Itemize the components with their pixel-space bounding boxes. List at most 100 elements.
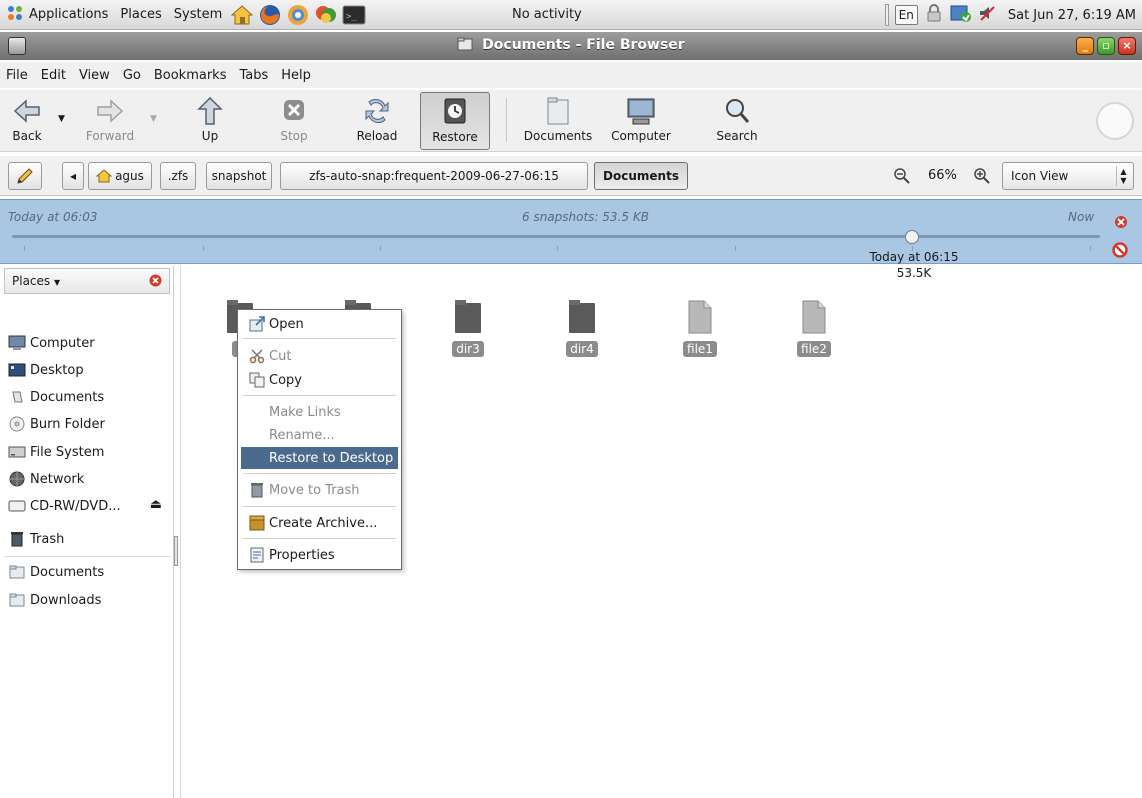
firefox-launcher-icon[interactable]	[257, 3, 283, 27]
sidebar-bookmark-downloads[interactable]: Downloads	[8, 589, 101, 611]
search-button[interactable]: Search	[712, 92, 762, 150]
computer-button[interactable]: Computer	[606, 92, 676, 150]
terminal-launcher-icon[interactable]: >_	[341, 3, 367, 27]
menu-item-rename[interactable]: Rename...	[241, 424, 398, 446]
back-button[interactable]: Back	[6, 92, 48, 150]
menu-help[interactable]: Help	[281, 68, 311, 83]
applications-icon[interactable]	[6, 4, 24, 26]
sidebar-item-burn-folder[interactable]: Burn Folder	[8, 413, 105, 435]
slider-tick	[1090, 246, 1091, 251]
copy-icon	[249, 372, 265, 388]
slider-tick	[380, 246, 381, 251]
up-button[interactable]: Up	[190, 92, 230, 150]
view-mode-select[interactable]: Icon View ▲ ▼	[1002, 162, 1134, 190]
update-notifier-icon[interactable]	[950, 3, 972, 27]
top-panel: Applications Places System >_ No activit…	[0, 0, 1142, 30]
forward-dropdown-icon[interactable]: ▼	[150, 114, 157, 124]
folder-icon	[9, 565, 25, 579]
lock-icon[interactable]	[924, 3, 944, 27]
path-segment-home[interactable]: agus	[88, 162, 152, 190]
slider-tick	[24, 246, 25, 251]
mail-launcher-icon[interactable]	[285, 3, 311, 27]
sidebar-header[interactable]: Places ▼	[4, 268, 170, 294]
file-item-dir3[interactable]: dir3	[438, 300, 498, 357]
sidebar-item-cd-drive[interactable]: CD-RW/DVD... ⏏	[8, 495, 168, 517]
menu-item-properties[interactable]: Properties	[241, 544, 398, 566]
menu-tabs[interactable]: Tabs	[239, 68, 268, 83]
time-slider-track[interactable]	[12, 235, 1100, 238]
disc-icon	[9, 416, 25, 432]
activity-throbber	[1096, 102, 1134, 140]
context-menu: Open Cut Copy Make Links Rename... Resto…	[237, 309, 402, 570]
archive-icon	[249, 515, 265, 531]
sidebar-item-computer[interactable]: Computer	[8, 332, 95, 354]
delete-snapshot-icon[interactable]	[1112, 242, 1128, 258]
menu-item-copy[interactable]: Copy	[241, 369, 398, 391]
restore-button[interactable]: Restore	[420, 92, 490, 150]
forward-button[interactable]: Forward	[78, 92, 142, 150]
sidebar-item-documents[interactable]: Documents	[8, 386, 104, 408]
maximize-button[interactable]: ▫	[1097, 37, 1115, 55]
document-icon	[688, 300, 712, 334]
window-titlebar[interactable]: Documents - File Browser _ ▫ ×	[0, 32, 1142, 60]
reload-button[interactable]: Reload	[352, 92, 402, 150]
eject-icon[interactable]: ⏏	[150, 497, 162, 512]
zoom-in-icon[interactable]	[974, 168, 990, 188]
sidebar-item-desktop[interactable]: Desktop	[8, 359, 84, 381]
sidebar-bookmark-documents[interactable]: Documents	[8, 561, 104, 583]
close-timeslider-icon[interactable]	[1114, 215, 1128, 229]
menu-item-restore-to-desktop[interactable]: Restore to Desktop	[241, 447, 398, 469]
snapshot-summary: 6 snapshots: 53.5 KB	[522, 210, 649, 224]
file-item-file1[interactable]: file1	[670, 300, 730, 357]
menu-item-open[interactable]: Open	[241, 313, 398, 335]
path-segment-snapshot[interactable]: snapshot	[206, 162, 272, 190]
path-segment-zfs[interactable]: .zfs	[160, 162, 196, 190]
close-sidebar-icon[interactable]	[149, 274, 162, 287]
menu-bookmarks[interactable]: Bookmarks	[154, 68, 227, 83]
sidebar-item-file-system[interactable]: File System	[8, 441, 104, 463]
keyboard-layout[interactable]: En	[894, 5, 918, 25]
file-item-file2[interactable]: file2	[784, 300, 844, 357]
menu-item-move-to-trash[interactable]: Move to Trash	[241, 479, 398, 501]
computer-icon	[8, 335, 26, 350]
time-slider-handle[interactable]	[905, 230, 919, 244]
close-button[interactable]: ×	[1118, 37, 1136, 55]
menu-edit[interactable]: Edit	[41, 68, 66, 83]
applications-menu[interactable]: Applications	[29, 7, 108, 22]
clock[interactable]: Sat Jun 27, 6:19 AM	[1008, 8, 1136, 23]
sidebar-item-network[interactable]: Network	[8, 468, 84, 490]
up-arrow-icon	[197, 96, 223, 125]
window-title: Documents - File Browser	[0, 37, 1142, 53]
sidebar-resize-handle[interactable]	[174, 536, 178, 566]
path-segment-documents[interactable]: Documents	[594, 162, 688, 190]
menu-item-create-archive[interactable]: Create Archive...	[241, 512, 398, 534]
documents-button[interactable]: Documents	[520, 92, 596, 150]
home-launcher-icon[interactable]	[229, 3, 255, 27]
sidebar-item-trash[interactable]: Trash	[8, 528, 64, 550]
menu-go[interactable]: Go	[123, 68, 141, 83]
menu-separator	[243, 338, 396, 339]
document-icon	[802, 300, 826, 334]
file-item-dir4[interactable]: dir4	[552, 300, 612, 357]
zoom-level[interactable]: 66%	[928, 168, 957, 183]
volume-muted-icon[interactable]	[978, 4, 996, 26]
menu-item-cut[interactable]: Cut	[241, 345, 398, 367]
chat-launcher-icon[interactable]	[313, 3, 339, 27]
minimize-button[interactable]: _	[1076, 37, 1094, 55]
back-dropdown-icon[interactable]: ▼	[58, 114, 65, 124]
time-slider-icon	[444, 98, 466, 124]
path-scroll-left-button[interactable]: ◂	[62, 162, 84, 190]
menu-view[interactable]: View	[79, 68, 110, 83]
stop-button[interactable]: Stop	[274, 92, 314, 150]
menu-file[interactable]: File	[6, 68, 28, 83]
menu-separator	[243, 506, 396, 507]
edit-location-button[interactable]	[8, 162, 42, 190]
places-menu[interactable]: Places	[120, 7, 161, 22]
reload-icon	[365, 98, 389, 124]
menu-item-make-links[interactable]: Make Links	[241, 401, 398, 423]
documents-folder-icon	[547, 97, 569, 125]
zoom-out-icon[interactable]	[894, 168, 910, 188]
system-menu[interactable]: System	[174, 7, 222, 22]
pane-divider	[180, 266, 181, 798]
path-segment-snapshot-name[interactable]: zfs-auto-snap:frequent-2009-06-27-06:15	[280, 162, 588, 190]
